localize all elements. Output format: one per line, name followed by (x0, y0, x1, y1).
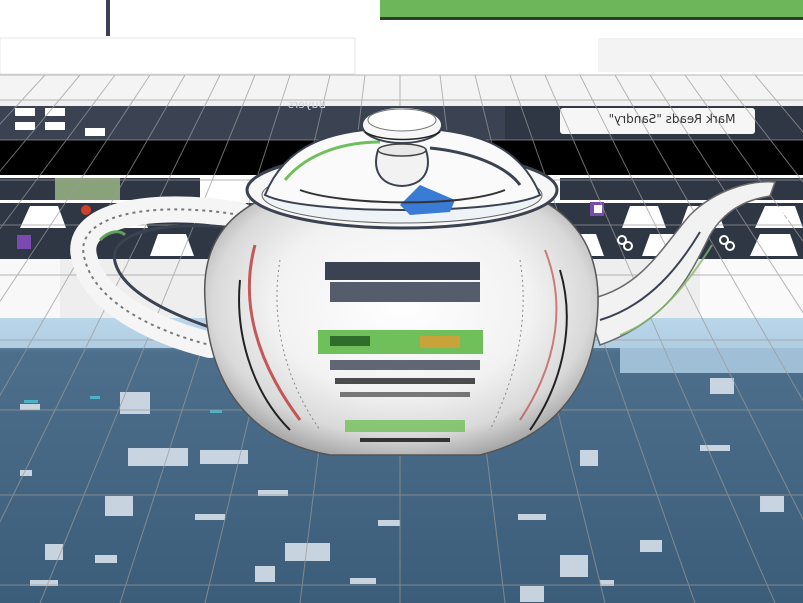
scene-render (0, 0, 803, 603)
wall-panel-right (598, 38, 803, 72)
reflected-calendar-icon (594, 205, 602, 213)
viewport-canvas[interactable]: Mark Reads "Sandry" Buyers (0, 0, 803, 603)
wall-grid-band (0, 75, 803, 100)
wall-panel (0, 37, 356, 75)
wall-divider (106, 0, 110, 36)
reflected-banner-text: Mark Reads "Sandry" (608, 112, 736, 126)
reflected-photo (55, 178, 120, 200)
reflected-tab-label: Buyers (288, 98, 327, 111)
